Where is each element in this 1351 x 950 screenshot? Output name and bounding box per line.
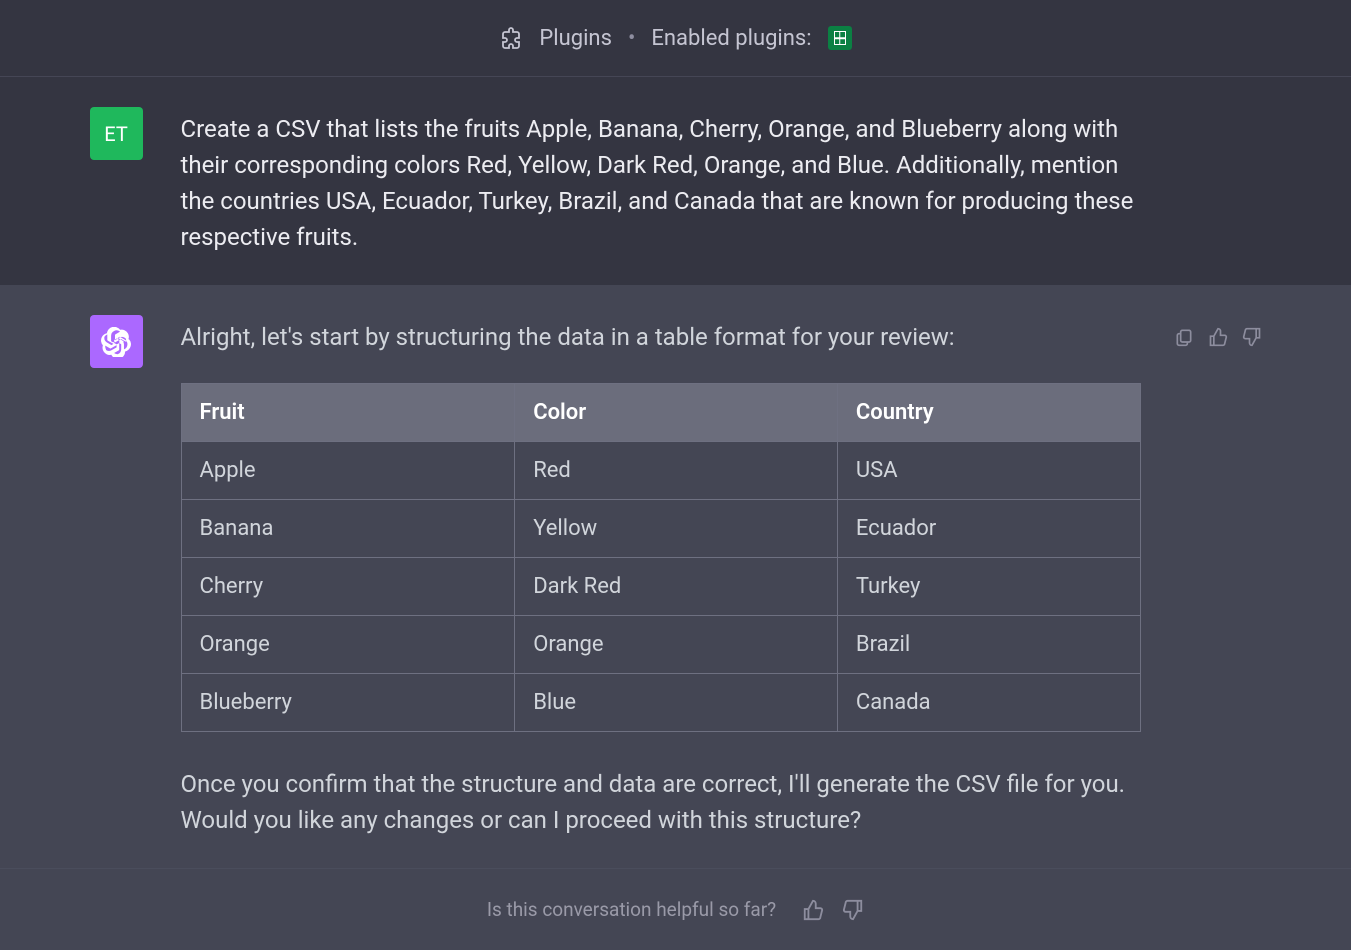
- assistant-intro-text: Alright, let's start by structuring the …: [181, 319, 1141, 355]
- sheets-plugin-icon[interactable]: [828, 26, 852, 50]
- header-bar: Plugins • Enabled plugins:: [0, 0, 1351, 77]
- openai-logo-icon: [101, 327, 131, 357]
- table-header-row: Fruit Color Country: [181, 384, 1140, 442]
- enabled-plugins-label: Enabled plugins:: [651, 26, 811, 51]
- assistant-avatar: [90, 315, 143, 368]
- assistant-outro-text: Once you confirm that the structure and …: [181, 766, 1141, 838]
- thumbs-up-icon[interactable]: [1208, 327, 1228, 347]
- assistant-message: Alright, let's start by structuring the …: [0, 285, 1351, 868]
- plugin-puzzle-icon: [499, 26, 523, 50]
- col-country: Country: [837, 384, 1140, 442]
- user-message-text: Create a CSV that lists the fruits Apple…: [181, 107, 1141, 255]
- col-fruit: Fruit: [181, 384, 515, 442]
- plugins-label: Plugins: [539, 26, 612, 51]
- fruits-table: Fruit Color Country Apple Red USA Banana…: [181, 383, 1141, 732]
- separator-dot: •: [628, 26, 635, 51]
- table-row: Banana Yellow Ecuador: [181, 500, 1140, 558]
- table-row: Cherry Dark Red Turkey: [181, 558, 1140, 616]
- copy-icon[interactable]: [1174, 327, 1194, 347]
- table-row: Orange Orange Brazil: [181, 616, 1140, 674]
- feedback-bar: Is this conversation helpful so far?: [0, 868, 1351, 950]
- thumbs-down-icon[interactable]: [1242, 327, 1262, 347]
- feedback-prompt: Is this conversation helpful so far?: [487, 898, 776, 921]
- col-color: Color: [515, 384, 838, 442]
- user-message: ET Create a CSV that lists the fruits Ap…: [0, 77, 1351, 285]
- user-avatar-initials: ET: [104, 122, 128, 146]
- table-row: Blueberry Blue Canada: [181, 674, 1140, 732]
- feedback-thumbs-down-icon[interactable]: [842, 899, 864, 921]
- feedback-thumbs-up-icon[interactable]: [802, 899, 824, 921]
- user-avatar: ET: [90, 107, 143, 160]
- table-row: Apple Red USA: [181, 442, 1140, 500]
- message-actions: [1174, 327, 1262, 347]
